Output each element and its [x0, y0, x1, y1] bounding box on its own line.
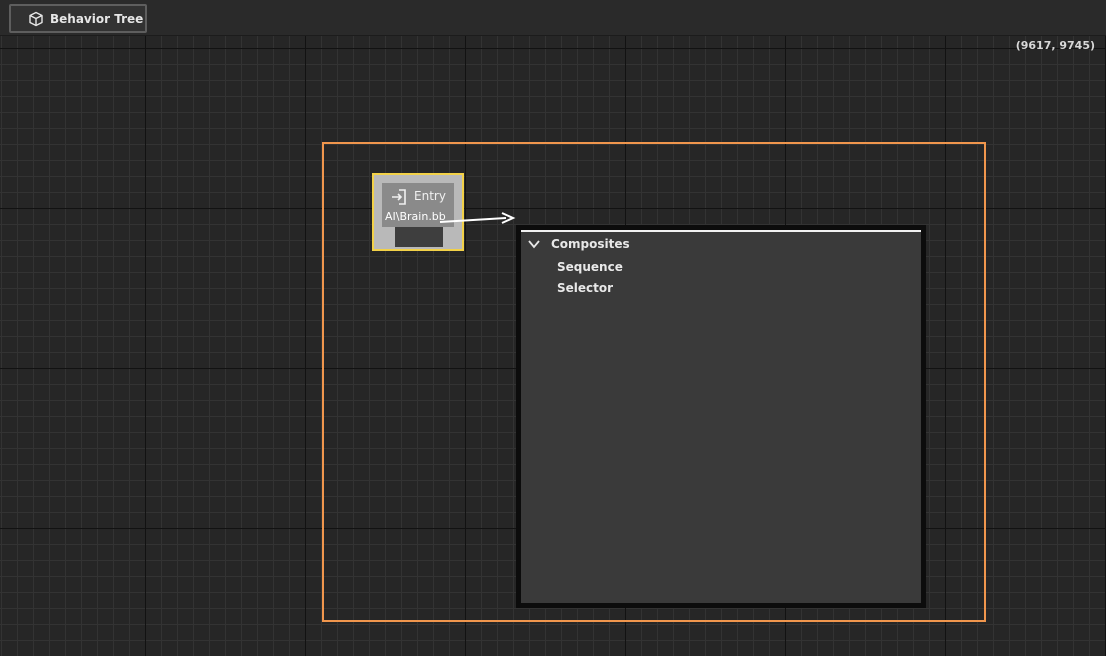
toolbar: Behavior Tree	[0, 0, 1106, 36]
create-node-menu: Composites Sequence Selector	[516, 225, 926, 608]
menu-item-sequence[interactable]: Sequence	[557, 260, 623, 274]
tab-label: Behavior Tree	[50, 11, 144, 26]
entry-output-port[interactable]	[395, 227, 443, 247]
canvas-coordinates: (9617, 9745)	[1015, 39, 1095, 52]
composites-category[interactable]: Composites	[527, 237, 630, 251]
connection-edge	[439, 212, 516, 224]
enter-icon	[392, 189, 406, 205]
cube-icon	[29, 11, 43, 26]
menu-top-border	[521, 230, 921, 232]
entry-node-blackboard: AI\Brain.bb	[385, 210, 446, 223]
menu-item-selector[interactable]: Selector	[557, 281, 613, 295]
chevron-down-icon	[528, 240, 540, 249]
behavior-tree-tab[interactable]: Behavior Tree	[9, 4, 147, 33]
entry-node-title: Entry	[414, 189, 446, 203]
category-label: Composites	[551, 237, 630, 251]
